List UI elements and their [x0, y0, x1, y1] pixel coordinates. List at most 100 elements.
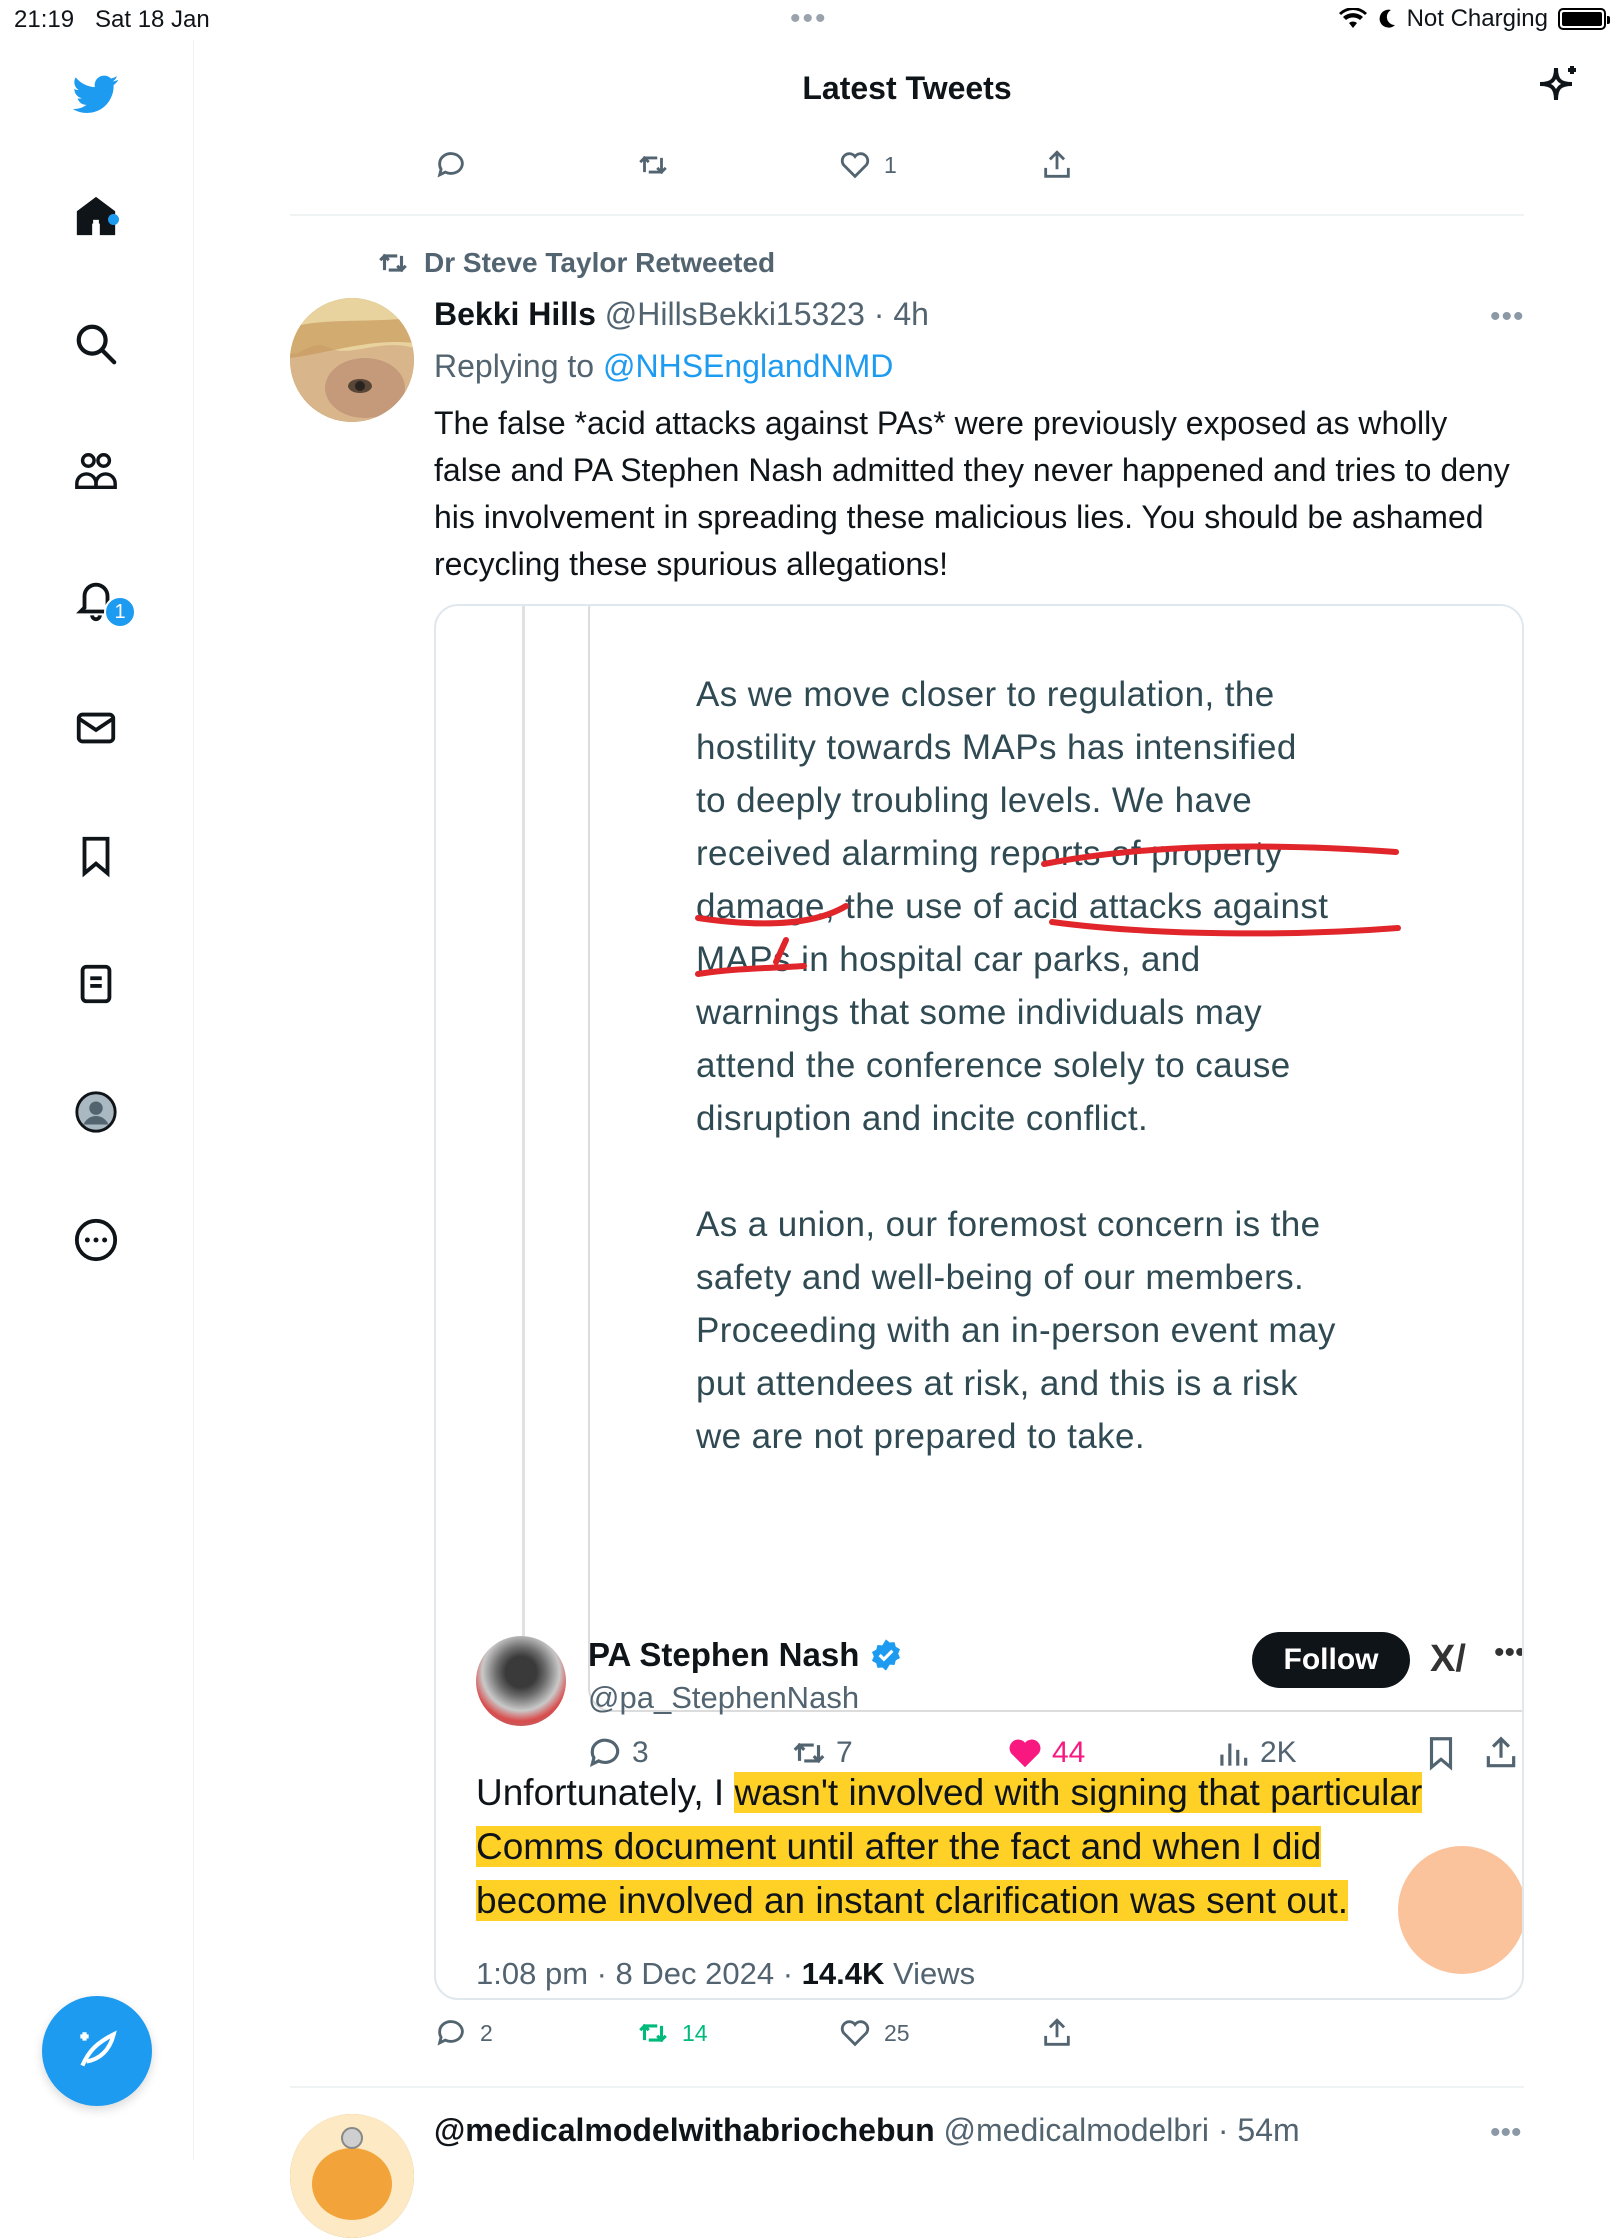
inner-like-count: 44: [1052, 1736, 1086, 1769]
retweet-icon: [639, 2023, 667, 2043]
tweet-more-icon[interactable]: •••: [1490, 300, 1525, 334]
quoted-handle: @pa_StephenNash: [588, 1680, 860, 1715]
quoted-name-line: PA Stephen Nash: [588, 1636, 903, 1674]
status-date: Sat 18 Jan: [95, 6, 210, 33]
share-button[interactable]: [1040, 2016, 1074, 2050]
lists-icon[interactable]: [70, 958, 122, 1010]
battery-icon: [1558, 8, 1610, 30]
messages-icon[interactable]: [70, 702, 122, 754]
doc-line: MAPs in hospital car parks, and: [696, 940, 1201, 979]
compose-tweet-button[interactable]: [42, 1996, 152, 2106]
bookmarks-icon[interactable]: [70, 830, 122, 882]
document-paragraph-1: As we move closer to regulation, the hos…: [696, 668, 1456, 1145]
next-author-handle[interactable]: @medicalmodelbri: [944, 2112, 1209, 2148]
author-name[interactable]: Bekki Hills: [434, 296, 596, 332]
tweet-divider: [290, 214, 1524, 216]
doc-line: Proceeding with an in-person event may: [696, 1311, 1336, 1350]
quoted-time: 1:08 pm · 8 Dec 2024 ·: [476, 1956, 802, 1991]
doc-line: warnings that some individuals may: [696, 993, 1263, 1032]
heart-icon: [840, 2020, 870, 2047]
profile-icon[interactable]: [70, 1086, 122, 1138]
avatar[interactable]: [290, 2114, 414, 2238]
tweet-author-line[interactable]: Bekki Hills @HillsBekki15323 · 4h: [434, 296, 929, 333]
sparkle-icon[interactable]: [1534, 62, 1582, 110]
quoted-views-count: 14.4K: [801, 1956, 885, 1991]
multitasking-dots-icon[interactable]: •••: [790, 2, 828, 36]
retweet-icon: [639, 155, 667, 175]
quoted-name: PA Stephen Nash: [588, 1636, 860, 1673]
next-tweet-author-line[interactable]: @medicalmodelwithabriochebun @medicalmod…: [434, 2112, 1300, 2149]
status-bar: 21:19 Sat 18 Jan ••• Not Charging: [0, 0, 1620, 40]
retweet-icon: [379, 253, 407, 273]
search-icon[interactable]: [70, 318, 122, 370]
inner-reply-count: 3: [632, 1736, 649, 1769]
tweet-text: The false *acid attacks against PAs* wer…: [434, 405, 1510, 582]
quoted-text-highlight: Comms document until after the fact and …: [476, 1826, 1322, 1867]
doc-line: damage, the use of acid attacks against: [696, 887, 1329, 926]
reply-icon: [437, 2020, 464, 2046]
page-title: Latest Tweets: [802, 70, 1012, 106]
verified-badge-icon: [872, 1639, 901, 1671]
replying-to-label: Replying to: [434, 348, 595, 384]
more-icon[interactable]: [70, 1214, 122, 1266]
doc-line: to deeply troubling levels. We have: [696, 781, 1253, 820]
tweet-divider: [290, 2086, 1524, 2088]
heart-icon: [840, 152, 870, 179]
thread-line: [522, 606, 525, 1706]
retweet-count: 14: [682, 2019, 708, 2046]
retweet-button[interactable]: 14: [636, 2016, 708, 2050]
author-handle[interactable]: @HillsBekki15323: [605, 296, 865, 332]
share-icon: [1044, 150, 1070, 178]
doc-line: hostility towards MAPs has intensified: [696, 728, 1297, 767]
floating-chat-bubble: [1398, 1846, 1522, 1974]
quoted-avatar: [476, 1636, 566, 1726]
like-button[interactable]: 25: [838, 2016, 910, 2050]
reply-count: 2: [480, 2019, 493, 2046]
home-unread-dot: [108, 214, 119, 225]
quoted-text: Unfortunately, I wasn't involved with si…: [476, 1766, 1516, 1928]
moon-icon: [1379, 9, 1395, 28]
follow-button: Follow: [1252, 1632, 1410, 1688]
doc-line: safety and well-being of our members.: [696, 1258, 1305, 1297]
tweet-image[interactable]: As we move closer to regulation, the hos…: [434, 604, 1524, 2000]
prev-reply-button[interactable]: [434, 148, 468, 182]
tweet-time: · 4h: [873, 296, 929, 332]
next-tweet-time: · 54m: [1217, 2112, 1300, 2148]
prev-like-count: 1: [884, 151, 897, 178]
doc-line: As we move closer to regulation, the: [696, 675, 1275, 714]
reply-button[interactable]: 2: [434, 2016, 493, 2050]
quoted-text-highlight: become involved an instant clarification…: [476, 1880, 1349, 1921]
doc-line: received alarming reports of property: [696, 834, 1283, 873]
charging-status: Not Charging: [1406, 5, 1548, 32]
inner-retweet-count: 7: [836, 1736, 853, 1769]
reply-icon: [437, 152, 464, 178]
quoted-text-highlight: wasn't involved with signing that partic…: [734, 1772, 1423, 1813]
next-author-name[interactable]: @medicalmodelwithabriochebun: [434, 2112, 935, 2148]
prev-share-button[interactable]: [1040, 148, 1074, 182]
like-count: 25: [884, 2019, 910, 2046]
quoted-text-plain: Unfortunately, I: [476, 1772, 735, 1813]
avatar-cartoon: [290, 2114, 414, 2238]
replying-to-mention[interactable]: @NHSEnglandNMD: [603, 348, 893, 384]
sidebar: 1: [0, 40, 194, 2160]
retweeted-by-line[interactable]: Dr Steve Taylor Retweeted: [376, 246, 775, 280]
quoted-meta: 1:08 pm · 8 Dec 2024 · 14.4K Views: [476, 1956, 975, 1992]
x-logo-icon: X/: [1430, 1638, 1466, 1680]
compose-feather-icon: [80, 2030, 117, 2067]
prev-retweet-button[interactable]: [636, 148, 670, 182]
avatar[interactable]: [290, 298, 414, 422]
prev-like-button[interactable]: 1: [838, 148, 897, 182]
next-tweet-more-icon[interactable]: •••: [1490, 2116, 1522, 2150]
doc-line: put attendees at risk, and this is a ris…: [696, 1364, 1298, 1403]
doc-line: attend the conference solely to cause: [696, 1046, 1291, 1085]
avatar-photo: [290, 298, 414, 422]
document-paragraph-2: As a union, our foremost concern is the …: [696, 1198, 1456, 1463]
notification-badge: 1: [104, 596, 136, 628]
share-icon: [1044, 2018, 1070, 2046]
retweeted-by-text: Dr Steve Taylor Retweeted: [424, 247, 776, 278]
twitter-logo-icon[interactable]: [70, 68, 122, 120]
inner-views-count: 2K: [1260, 1736, 1297, 1769]
replying-to-line: Replying to @NHSEnglandNMD: [434, 348, 893, 385]
status-time: 21:19: [14, 6, 75, 33]
communities-icon[interactable]: [70, 446, 122, 498]
